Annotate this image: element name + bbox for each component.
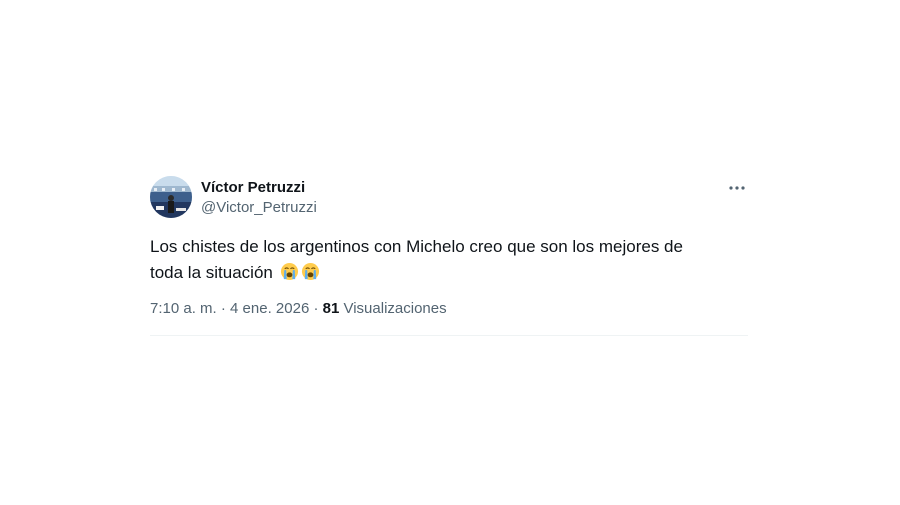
views-count: 81	[322, 300, 340, 317]
meta-separator: ·	[309, 300, 323, 317]
tweet-text-line1: Los chistes de los argentinos con Michel…	[150, 237, 683, 256]
meta-separator: ·	[216, 300, 231, 317]
views-label: Visualizaciones	[339, 300, 447, 317]
author-display-name[interactable]: Víctor Petruzzi	[201, 178, 317, 198]
tweet-time[interactable]: 7:10 a. m.	[150, 300, 217, 317]
more-options-button[interactable]	[726, 178, 748, 198]
tweet-header: Víctor Petruzzi @Victor_Petruzzi	[150, 176, 748, 222]
tweet-card: Víctor Petruzzi @Victor_Petruzzi Los chi…	[150, 176, 748, 336]
avatar-image	[150, 176, 192, 218]
more-horizontal-icon	[729, 186, 745, 190]
tweet-date[interactable]: 4 ene. 2026	[230, 300, 309, 317]
emoji-group	[278, 262, 320, 282]
tweet-text: Los chistes de los argentinos con Michel…	[150, 234, 740, 286]
author-names: Víctor Petruzzi @Victor_Petruzzi	[201, 178, 317, 218]
avatar[interactable]	[150, 176, 192, 218]
divider	[150, 335, 748, 336]
loudly-crying-face-icon	[301, 262, 319, 281]
author-handle[interactable]: @Victor_Petruzzi	[201, 198, 317, 218]
tweet-text-line2: toda la situación	[150, 263, 273, 282]
loudly-crying-face-icon	[280, 262, 298, 281]
tweet-meta: 7:10 a. m. · 4 ene. 2026 · 81 Visualizac…	[150, 299, 748, 319]
